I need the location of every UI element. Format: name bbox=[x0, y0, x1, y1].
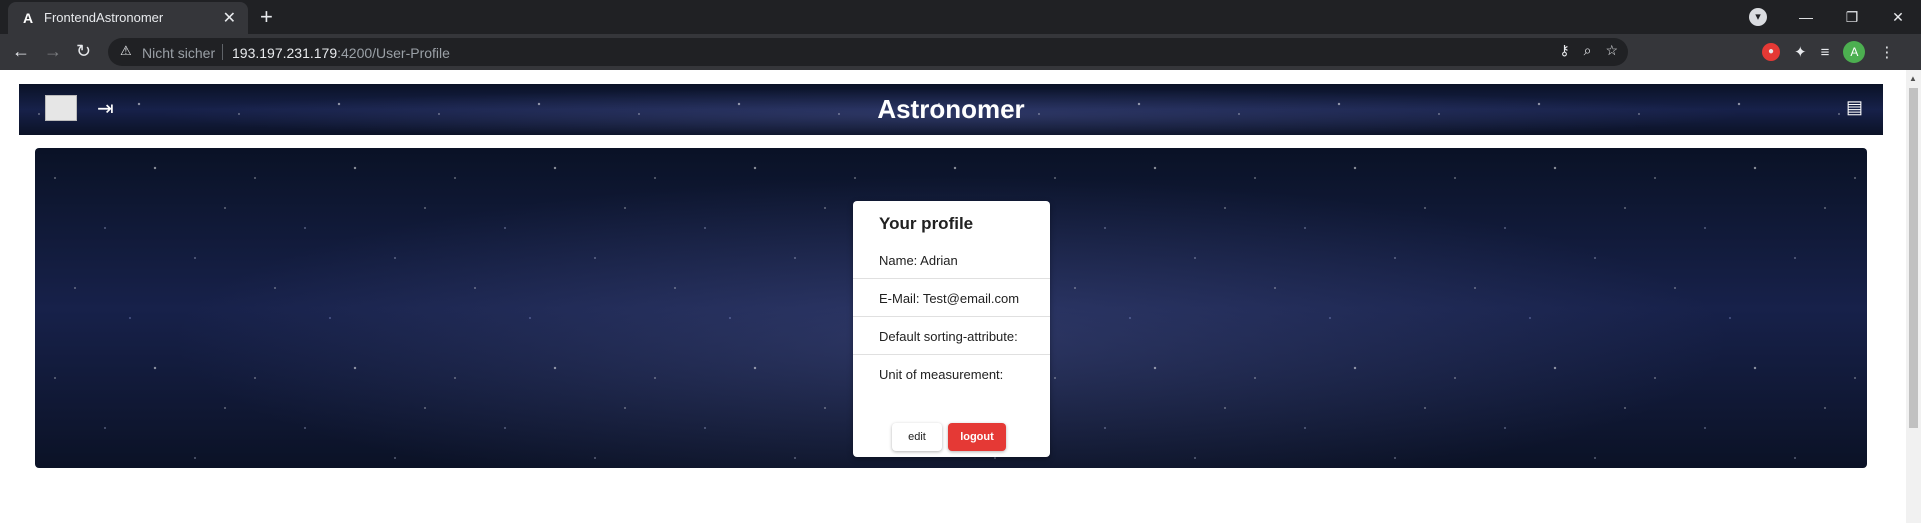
address-separator bbox=[222, 44, 223, 60]
window-controls: ▾ — ❐ ✕ bbox=[1749, 0, 1921, 34]
chrome-menu-icon[interactable]: ⋮ bbox=[1879, 43, 1894, 61]
puzzle-extensions-icon[interactable]: ✦ bbox=[1794, 43, 1807, 61]
map-icon[interactable]: ▤ bbox=[1846, 97, 1863, 118]
reading-list-icon[interactable]: ≡ bbox=[1821, 44, 1830, 61]
warning-icon[interactable]: ⚠ bbox=[120, 43, 132, 59]
security-label[interactable]: Nicht sicher bbox=[142, 45, 215, 61]
extensions-area: ● ✦ ≡ A ⋮ bbox=[1762, 41, 1894, 63]
forward-icon[interactable]: → bbox=[44, 41, 62, 62]
profile-unit-row: Unit of measurement: bbox=[853, 355, 1050, 393]
zoom-icon[interactable]: ⌕ bbox=[1584, 42, 1592, 59]
profile-email-row: E-Mail: Test@email.com bbox=[853, 279, 1050, 317]
key-icon[interactable]: ⚷ bbox=[1559, 42, 1569, 59]
profile-sorting-row: Default sorting-attribute: bbox=[853, 317, 1050, 355]
angular-favicon-icon: A bbox=[22, 10, 34, 26]
scrollbar-thumb[interactable] bbox=[1909, 88, 1918, 428]
profile-sorting: Default sorting-attribute: bbox=[879, 329, 1018, 344]
tab-search-icon[interactable]: ▾ bbox=[1749, 8, 1767, 26]
profile-card-title: Your profile bbox=[879, 214, 974, 233]
tab-close-icon[interactable]: ✕ bbox=[223, 8, 236, 28]
profile-email: E-Mail: Test@email.com bbox=[879, 291, 1020, 306]
reload-icon[interactable]: ↻ bbox=[76, 41, 91, 62]
logout-button[interactable]: logout bbox=[948, 423, 1006, 451]
profile-card: Your profile Name: Adrian E-Mail: Test@e… bbox=[853, 201, 1050, 457]
back-icon[interactable]: ← bbox=[12, 41, 30, 62]
profile-unit: Unit of measurement: bbox=[879, 367, 1004, 382]
browser-titlebar: A FrontendAstronomer ✕ + ▾ — ❐ ✕ bbox=[0, 0, 1921, 34]
browser-tab[interactable]: A FrontendAstronomer ✕ bbox=[8, 2, 248, 34]
tab-title: FrontendAstronomer bbox=[44, 10, 164, 25]
url-path: :4200/User-Profile bbox=[337, 45, 450, 61]
extension-red-icon[interactable]: ● bbox=[1762, 43, 1780, 61]
minimize-icon[interactable]: — bbox=[1783, 9, 1829, 25]
bookmark-star-icon[interactable]: ☆ bbox=[1605, 42, 1618, 59]
app-brand-title: Astronomer bbox=[877, 94, 1025, 124]
app-header: ⇥ Astronomer ▤ bbox=[19, 84, 1883, 135]
page-scrollbar[interactable]: ▲ bbox=[1906, 70, 1921, 523]
url-host: 193.197.231.179 bbox=[232, 45, 338, 61]
profile-name: Name: Adrian bbox=[879, 253, 958, 268]
edit-button[interactable]: edit bbox=[892, 423, 942, 451]
page-viewport: ⇥ Astronomer ▤ Your profile Name: Adrian… bbox=[0, 70, 1921, 523]
url-text[interactable]: 193.197.231.179:4200/User-Profile bbox=[232, 45, 450, 61]
address-bar[interactable]: ⚠ Nicht sicher 193.197.231.179:4200/User… bbox=[108, 38, 1628, 66]
close-window-icon[interactable]: ✕ bbox=[1875, 9, 1921, 26]
browser-toolbar: ← → ↻ ⚠ Nicht sicher 193.197.231.179:420… bbox=[0, 34, 1921, 70]
profile-avatar-icon[interactable]: A bbox=[1843, 41, 1866, 63]
address-bar-actions: ⚷ ⌕ ☆ bbox=[1559, 42, 1618, 59]
new-tab-icon[interactable]: + bbox=[260, 4, 273, 30]
restore-icon[interactable]: ❐ bbox=[1829, 9, 1875, 26]
scroll-up-icon[interactable]: ▲ bbox=[1909, 74, 1917, 83]
profile-name-row: Name: Adrian bbox=[853, 241, 1050, 279]
